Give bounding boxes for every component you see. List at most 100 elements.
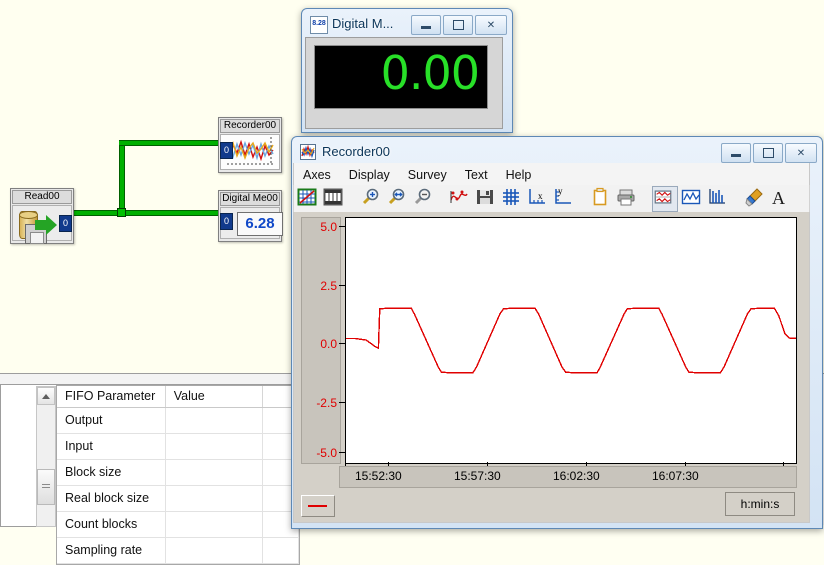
fifo-param-input: Input (57, 433, 166, 460)
recorder-chart-area[interactable]: 5.0 2.5 0.0 -2.5 -5.0 15:52:30 15:57:30 … (293, 212, 810, 523)
text-format-icon[interactable]: A (769, 186, 793, 210)
film-strip-icon[interactable] (322, 186, 346, 210)
table-row[interactable]: Output (57, 407, 299, 434)
menu-axes[interactable]: Axes (294, 163, 340, 185)
x-axis-labels[interactable]: 15:52:30 15:57:30 16:02:30 16:07:30 (339, 466, 797, 488)
wire-to-recorder (119, 140, 222, 146)
fifo-value-block-size[interactable] (165, 459, 264, 486)
fifo-value-real-block-size[interactable] (165, 485, 264, 512)
y-tick-label-1: 5.0 (320, 220, 337, 234)
recorder-toolbar[interactable]: x y A (293, 185, 810, 213)
block-digitalmeter00-value: 6.28 (237, 212, 283, 236)
fifo-value-sampling-rate[interactable] (165, 537, 264, 564)
zoom-fit-icon[interactable] (385, 186, 409, 210)
recorder-titlebar[interactable]: Recorder00 ✕ (295, 140, 819, 165)
legend-color-swatch (308, 505, 327, 507)
recorder-window-buttons: ✕ (721, 143, 817, 163)
minimize-button[interactable] (411, 15, 441, 35)
paint-brush-icon[interactable] (743, 186, 767, 210)
close-icon: ✕ (486, 19, 496, 31)
block-recorder00-port[interactable]: 0 (220, 142, 233, 159)
toolbar-separator-2 (437, 186, 446, 210)
fifo-value-input[interactable] (165, 433, 264, 460)
maximize-icon (762, 148, 774, 158)
wire-junction-up (119, 140, 125, 214)
y-axis-icon[interactable]: y (552, 186, 576, 210)
fifo-param-count-blocks: Count blocks (57, 511, 166, 538)
block-read00-port[interactable]: 0 (59, 215, 72, 232)
x-axis-icon[interactable]: x (526, 186, 550, 210)
y-axis-labels[interactable]: 5.0 2.5 0.0 -2.5 -5.0 (301, 217, 341, 464)
y-tick-label-2: 2.5 (320, 279, 337, 293)
scrollbar-thumb[interactable] (37, 469, 55, 505)
fifo-param-block-size: Block size (57, 459, 166, 486)
digital-meter-window[interactable]: 8.28 Digital M... ✕ 0.00 (301, 8, 513, 133)
block-digitalmeter00-title: Digital Me00 (220, 192, 280, 206)
recorder-window[interactable]: Recorder00 ✕ Axes Display Survey Text He… (291, 136, 823, 529)
print-icon[interactable] (615, 186, 639, 210)
toolbar-separator-3 (578, 186, 587, 210)
multi-trace-icon[interactable] (652, 186, 678, 212)
table-row[interactable]: Count blocks (57, 511, 299, 538)
svg-text:y: y (558, 186, 563, 196)
maximize-button[interactable] (443, 15, 473, 35)
close-button[interactable]: ✕ (785, 143, 817, 163)
digital-meter-body: 0.00 (305, 37, 503, 129)
x-tick-label-3: 16:02:30 (553, 469, 600, 483)
fifo-scrollbar[interactable] (36, 386, 56, 527)
recorder-menubar[interactable]: Axes Display Survey Text Help (293, 163, 810, 185)
save-icon[interactable] (474, 186, 498, 210)
close-button[interactable]: ✕ (475, 15, 507, 35)
fifo-value-output[interactable] (165, 407, 264, 434)
single-trace-icon[interactable] (680, 186, 704, 210)
menu-display[interactable]: Display (340, 163, 399, 185)
fifo-param-sampling-rate: Sampling rate (57, 537, 166, 564)
column-header-value: Value (165, 386, 264, 408)
zoom-in-icon[interactable] (359, 186, 383, 210)
row-extra (262, 537, 299, 564)
x-tick-label-1: 15:52:30 (355, 469, 402, 483)
fifo-param-real-block-size: Real block size (57, 485, 166, 512)
block-digitalmeter00-body: 6.28 0 (220, 207, 283, 239)
table-row[interactable]: Input (57, 433, 299, 460)
digital-meter-window-buttons: ✕ (411, 15, 507, 35)
close-icon: ✕ (796, 147, 806, 159)
table-row[interactable]: Sampling rate (57, 537, 299, 564)
menu-text[interactable]: Text (456, 163, 497, 185)
table-header-row: FIFO Parameter Value (57, 386, 299, 408)
fifo-value-count-blocks[interactable] (165, 511, 264, 538)
fifo-parameter-table[interactable]: FIFO Parameter Value Output Input Block … (56, 385, 300, 565)
legend[interactable] (301, 495, 335, 517)
zoom-out-icon[interactable] (411, 186, 435, 210)
block-digitalmeter00[interactable]: Digital Me00 6.28 0 (218, 190, 283, 242)
menu-survey[interactable]: Survey (399, 163, 456, 185)
show-grid-axes-icon[interactable] (296, 186, 320, 210)
scroll-up-icon[interactable] (37, 387, 55, 405)
grid-icon[interactable] (500, 186, 524, 210)
digital-meter-screen: 0.00 (314, 45, 488, 109)
bar-trace-icon[interactable] (706, 186, 730, 210)
block-digitalmeter00-port[interactable]: 0 (220, 213, 233, 230)
toolbar-separator-1 (348, 186, 357, 210)
block-read00-title: Read00 (12, 190, 72, 204)
table-row[interactable]: Block size (57, 459, 299, 486)
table-row[interactable]: Real block size (57, 485, 299, 512)
minimize-icon (731, 154, 741, 157)
minimize-icon (421, 26, 431, 29)
y-tick-label-4: -2.5 (316, 396, 337, 410)
x-axis-unit-label[interactable]: h:min:s (725, 492, 795, 516)
maximize-button[interactable] (753, 143, 783, 163)
minimize-button[interactable] (721, 143, 751, 163)
toolbar-separator-5 (732, 186, 741, 210)
block-read00[interactable]: Read00 0 (10, 188, 74, 244)
menu-help[interactable]: Help (497, 163, 541, 185)
clipboard-icon[interactable] (589, 186, 613, 210)
x-tick-label-4: 16:07:30 (652, 469, 699, 483)
digital-meter-titlebar[interactable]: 8.28 Digital M... ✕ (305, 12, 509, 37)
block-recorder00-title: Recorder00 (220, 119, 280, 133)
digital-meter-icon: 8.28 (310, 16, 328, 34)
plot-area[interactable] (345, 217, 797, 464)
curve-points-icon[interactable] (448, 186, 472, 210)
y-tick-label-3: 0.0 (320, 337, 337, 351)
block-recorder00[interactable]: Recorder00 0 (218, 117, 282, 173)
